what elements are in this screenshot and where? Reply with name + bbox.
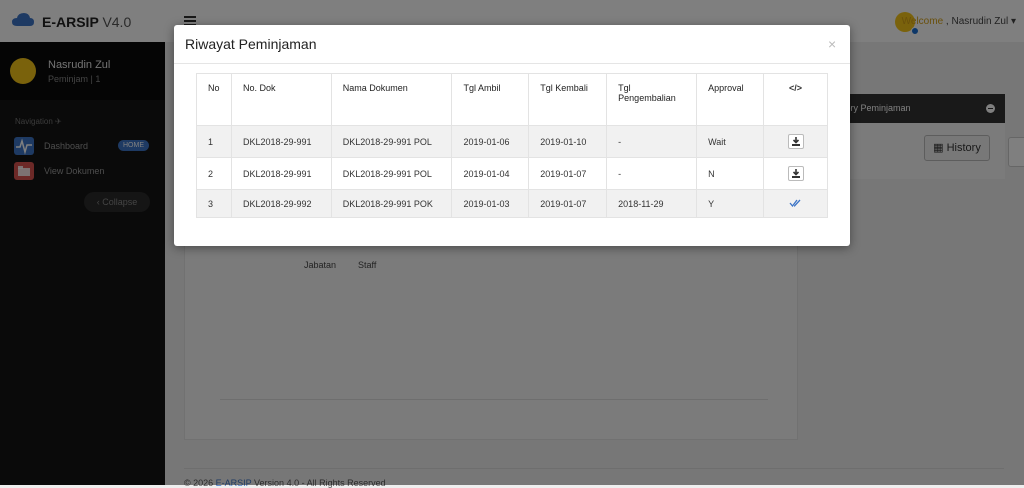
code-icon: </> — [789, 83, 803, 93]
cell-no: 1 — [196, 125, 232, 158]
cell-nama-dokumen: DKL2018-29-991 POL — [330, 125, 453, 158]
table-row: 2 DKL2018-29-991 DKL2018-29-991 POL 2019… — [196, 157, 828, 190]
cell-action — [763, 189, 828, 218]
cell-no-dok: DKL2018-29-991 — [230, 157, 332, 190]
code-column-header: </> — [763, 73, 828, 126]
cell-tgl-pengembalian: - — [606, 157, 698, 190]
column-header: Tgl Pengembalian — [606, 73, 698, 126]
download-button[interactable] — [787, 166, 804, 181]
download-icon — [791, 137, 800, 146]
history-table: No No. Dok Nama Dokumen Tgl Ambil Tgl Ke… — [196, 73, 828, 218]
column-header: Nama Dokumen — [330, 73, 453, 126]
cell-nama-dokumen: DKL2018-29-991 POK — [330, 189, 453, 218]
cell-tgl-kembali: 2019-01-07 — [528, 189, 608, 218]
cell-tgl-ambil: 2019-01-06 — [451, 125, 530, 158]
table-row: 3 DKL2018-29-992 DKL2018-29-991 POK 2019… — [196, 189, 828, 218]
cell-tgl-kembali: 2019-01-07 — [528, 157, 608, 190]
column-header: No — [196, 73, 232, 126]
cell-no-dok: DKL2018-29-992 — [230, 189, 332, 218]
cell-approval: Y — [696, 189, 765, 218]
close-icon[interactable]: × — [828, 36, 836, 52]
cell-tgl-ambil: 2019-01-03 — [451, 189, 530, 218]
cell-no: 2 — [196, 157, 232, 190]
cell-nama-dokumen: DKL2018-29-991 POL — [330, 157, 453, 190]
modal-header: Riwayat Peminjaman × — [174, 25, 850, 64]
modal-title: Riwayat Peminjaman — [185, 36, 317, 52]
cell-tgl-kembali: 2019-01-10 — [528, 125, 608, 158]
cell-tgl-pengembalian: - — [606, 125, 698, 158]
cell-no: 3 — [196, 189, 232, 218]
table-row: 1 DKL2018-29-991 DKL2018-29-991 POL 2019… — [196, 125, 828, 158]
cell-approval: Wait — [696, 125, 765, 158]
column-header: Tgl Ambil — [451, 73, 530, 126]
double-check-icon — [789, 199, 801, 207]
history-modal: Riwayat Peminjaman × No No. Dok Nama Dok… — [174, 25, 850, 246]
download-icon — [791, 169, 800, 178]
cell-action — [763, 125, 828, 158]
table-header-row: No No. Dok Nama Dokumen Tgl Ambil Tgl Ke… — [196, 73, 828, 126]
cell-approval: N — [696, 157, 765, 190]
column-header: Approval — [696, 73, 765, 126]
download-button[interactable] — [787, 134, 804, 149]
cell-tgl-pengembalian: 2018-11-29 — [606, 189, 698, 218]
cell-action — [763, 157, 828, 190]
column-header: No. Dok — [230, 73, 332, 126]
cell-no-dok: DKL2018-29-991 — [230, 125, 332, 158]
column-header: Tgl Kembali — [528, 73, 608, 126]
cell-tgl-ambil: 2019-01-04 — [451, 157, 530, 190]
